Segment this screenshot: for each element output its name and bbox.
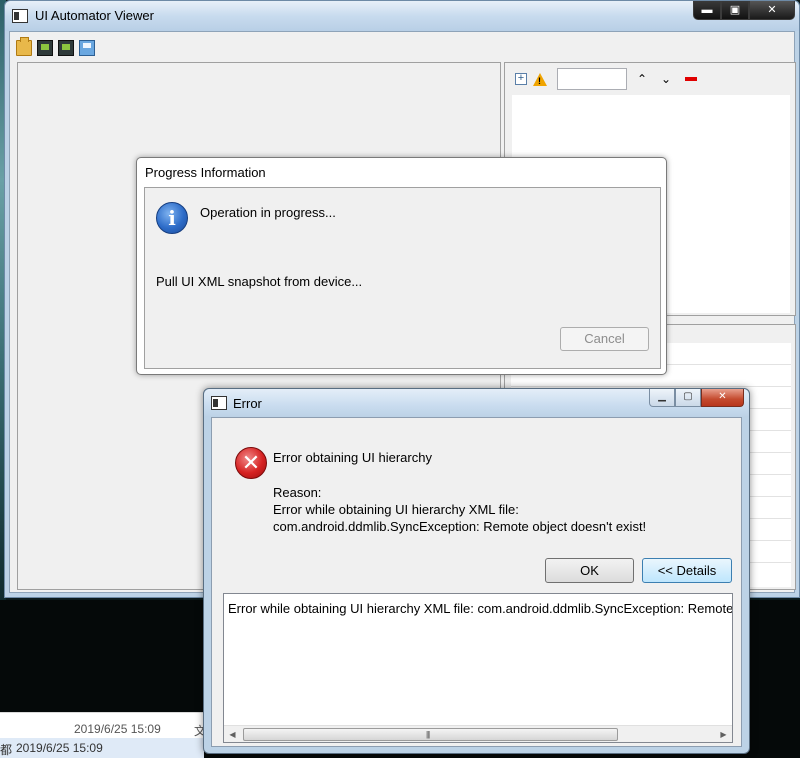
horizontal-scrollbar[interactable]: ◀ ||| ▶ <box>224 725 732 742</box>
save-icon[interactable] <box>79 40 95 56</box>
cancel-button[interactable]: Cancel <box>560 327 649 351</box>
error-reason: Reason: Error while obtaining UI hierarc… <box>273 484 646 535</box>
background-date: 2019/6/25 15:09 <box>74 722 161 736</box>
reason-line: Error while obtaining UI hierarchy XML f… <box>273 502 519 517</box>
maximize-button[interactable]: ▢ <box>675 389 701 407</box>
scroll-right-icon[interactable]: ▶ <box>715 726 732 742</box>
reason-label: Reason: <box>273 485 322 500</box>
chevron-up-icon[interactable]: ⌃ <box>633 72 651 86</box>
minimize-button[interactable]: ▬ <box>693 1 721 20</box>
error-dialog-body: ✕ Error obtaining UI hierarchy Reason: E… <box>211 417 742 747</box>
progress-dialog-body: i Operation in progress... Pull UI XML s… <box>144 187 661 369</box>
progress-dialog-title: Progress Information <box>145 165 266 180</box>
error-dialog-title: Error <box>233 396 262 411</box>
details-text: Error while obtaining UI hierarchy XML f… <box>228 601 733 616</box>
device-screenshot-compressed-icon[interactable] <box>58 40 74 56</box>
window-title: UI Automator Viewer <box>35 8 154 23</box>
maximize-button[interactable]: ▣ <box>721 1 749 20</box>
background-partial-text: 都 <box>0 743 13 757</box>
ok-button[interactable]: OK <box>545 558 634 583</box>
background-date: 2019/6/25 15:09 <box>16 741 103 755</box>
error-icon: ✕ <box>235 447 267 479</box>
device-screenshot-icon[interactable] <box>37 40 53 56</box>
expand-all-icon[interactable]: + <box>515 73 527 85</box>
subtask-text: Pull UI XML snapshot from device... <box>156 274 363 289</box>
hierarchy-toolbar: + ! ⌃ ⌄ <box>515 68 697 90</box>
find-input[interactable] <box>557 68 627 90</box>
details-button[interactable]: << Details <box>642 558 732 583</box>
operation-text: Operation in progress... <box>200 205 336 220</box>
error-heading: Error obtaining UI hierarchy <box>273 450 432 465</box>
main-titlebar[interactable]: UI Automator Viewer ▬ ▣ ✕ <box>5 1 799 31</box>
main-toolbar <box>16 37 95 56</box>
error-caption-buttons: ▁ ▢ ✕ <box>649 389 744 407</box>
info-icon: i <box>156 202 188 234</box>
error-dialog: Error ▁ ▢ ✕ ✕ Error obtaining UI hierarc… <box>203 388 750 754</box>
close-button[interactable]: ✕ <box>701 389 744 407</box>
chevron-down-icon[interactable]: ⌄ <box>657 72 675 86</box>
reason-line: com.android.ddmlib.SyncException: Remote… <box>273 519 647 534</box>
progress-dialog: Progress Information i Operation in prog… <box>136 157 667 375</box>
background-selected-row: 都 2019/6/25 15:09 <box>0 738 204 758</box>
details-textarea[interactable]: Error while obtaining UI hierarchy XML f… <box>223 593 733 743</box>
app-icon <box>12 9 28 23</box>
minimize-button[interactable]: ▁ <box>649 389 675 407</box>
warning-icon[interactable]: ! <box>533 72 547 86</box>
error-dialog-titlebar[interactable]: Error ▁ ▢ ✕ <box>204 389 749 417</box>
app-icon <box>211 396 227 410</box>
scroll-thumb[interactable]: ||| <box>243 728 618 741</box>
minus-icon[interactable] <box>685 77 697 81</box>
caption-buttons: ▬ ▣ ✕ <box>693 1 795 21</box>
scroll-left-icon[interactable]: ◀ <box>224 726 241 742</box>
scroll-grip-icon: ||| <box>426 730 430 739</box>
open-folder-icon[interactable] <box>16 37 32 56</box>
close-button[interactable]: ✕ <box>749 1 795 20</box>
